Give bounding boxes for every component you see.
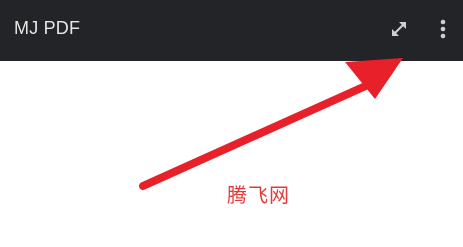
app-title: MJ PDF [14, 18, 81, 38]
more-vertical-icon [440, 19, 446, 39]
watermark-text: 腾飞网 [227, 183, 290, 207]
app-toolbar: MJ PDF [0, 0, 463, 61]
fullscreen-button[interactable] [384, 14, 414, 44]
expand-icon [392, 22, 406, 36]
more-options-button[interactable] [428, 14, 458, 44]
